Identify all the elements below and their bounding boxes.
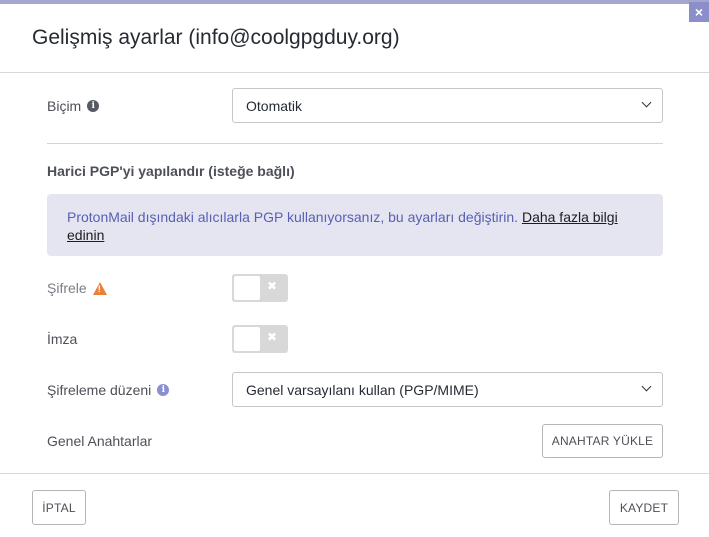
encrypt-label-row: Şifrele bbox=[47, 280, 107, 296]
section-title-external-pgp: Harici PGP'yi yapılandır (isteğe bağlı) bbox=[47, 163, 295, 179]
cancel-button[interactable]: İPTAL bbox=[32, 490, 86, 525]
public-keys-label-row: Genel Anahtarlar bbox=[47, 433, 152, 449]
save-button[interactable]: KAYDET bbox=[609, 490, 679, 525]
encrypt-label: Şifrele bbox=[47, 280, 87, 296]
scheme-select-value: Genel varsayılanı kullan (PGP/MIME) bbox=[246, 381, 479, 398]
sign-toggle[interactable]: ✖ bbox=[232, 325, 288, 353]
format-select-value: Otomatik bbox=[246, 97, 303, 114]
toggle-knob bbox=[234, 276, 260, 300]
toggle-off-icon: ✖ bbox=[267, 330, 278, 344]
chevron-down-icon bbox=[641, 381, 652, 392]
chevron-down-icon bbox=[641, 97, 652, 108]
section-divider bbox=[47, 143, 663, 144]
dialog-content bbox=[0, 73, 709, 473]
warning-icon[interactable] bbox=[92, 281, 107, 295]
scheme-label: Şifreleme düzeni bbox=[47, 382, 152, 398]
upload-key-button[interactable]: ANAHTAR YÜKLE bbox=[542, 424, 663, 458]
scheme-label-row: Şifreleme düzeni i bbox=[47, 382, 170, 398]
format-label: Biçim bbox=[47, 98, 82, 114]
dialog-footer bbox=[0, 473, 709, 537]
format-label-row: Biçim i bbox=[47, 98, 100, 114]
info-alert: ProtonMail dışındaki alıcılarla PGP kull… bbox=[47, 194, 663, 256]
toggle-off-icon: ✖ bbox=[267, 279, 278, 293]
info-icon[interactable]: i bbox=[87, 100, 100, 112]
public-keys-label: Genel Anahtarlar bbox=[47, 433, 153, 449]
dialog-header: Gelişmiş ayarlar (info@coolgpgduy.org) bbox=[0, 4, 709, 73]
sign-label: İmza bbox=[47, 331, 78, 347]
format-select[interactable]: Otomatik bbox=[232, 88, 663, 123]
encrypt-toggle[interactable]: ✖ bbox=[232, 274, 288, 302]
scheme-select[interactable]: Genel varsayılanı kullan (PGP/MIME) bbox=[232, 372, 663, 407]
info-icon[interactable]: i bbox=[157, 384, 170, 396]
dialog-title: Gelişmiş ayarlar (info@coolgpgduy.org) bbox=[32, 26, 400, 49]
toggle-knob bbox=[234, 327, 260, 351]
sign-label-row: İmza bbox=[47, 331, 77, 347]
alert-text: ProtonMail dışındaki alıcılarla PGP kull… bbox=[67, 209, 519, 225]
